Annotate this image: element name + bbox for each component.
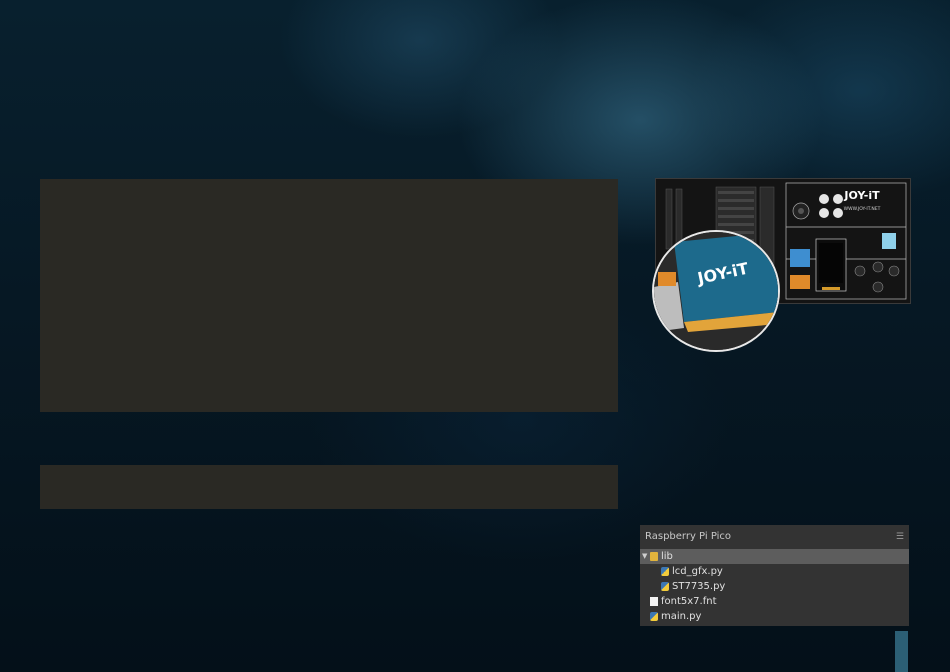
tree-item-st7735[interactable]: ST7735.py <box>640 579 909 594</box>
triangle-down-icon[interactable]: ▼ <box>642 549 647 564</box>
tree-item-label: ST7735.py <box>672 581 726 592</box>
tree-item-label: main.py <box>661 611 702 622</box>
scrollbar-thumb[interactable] <box>895 631 908 672</box>
lcd-zoom-inset: JOY-iT <box>652 230 780 352</box>
file-icon <box>650 597 658 606</box>
tree-item-label: lib <box>661 551 673 562</box>
code-editor-panel[interactable] <box>40 179 618 412</box>
board-logo: JOY-iT <box>843 189 880 202</box>
tree-item-label: font5x7.fnt <box>661 596 717 607</box>
file-browser-title-bar: Raspberry Pi Pico ☰ <box>640 525 909 549</box>
tree-item-lib[interactable]: ▼ lib <box>640 549 909 564</box>
tree-item-lcd-gfx[interactable]: lcd_gfx.py <box>640 564 909 579</box>
tree-item-main[interactable]: main.py <box>640 609 909 624</box>
python-file-icon <box>661 567 669 576</box>
tree-item-label: lcd_gfx.py <box>672 566 723 577</box>
file-browser-panel: Raspberry Pi Pico ☰ ▼ lib lcd_gfx.py ST7… <box>640 525 909 626</box>
console-panel[interactable] <box>40 465 618 509</box>
python-file-icon <box>661 582 669 591</box>
python-file-icon <box>650 612 658 621</box>
file-browser-title: Raspberry Pi Pico <box>645 531 732 542</box>
board-url: WWW.JOY-IT.NET <box>844 206 881 212</box>
tree-item-font5x7[interactable]: font5x7.fnt <box>640 594 909 609</box>
hamburger-menu-icon[interactable]: ☰ <box>896 525 904 549</box>
folder-icon <box>650 552 658 561</box>
